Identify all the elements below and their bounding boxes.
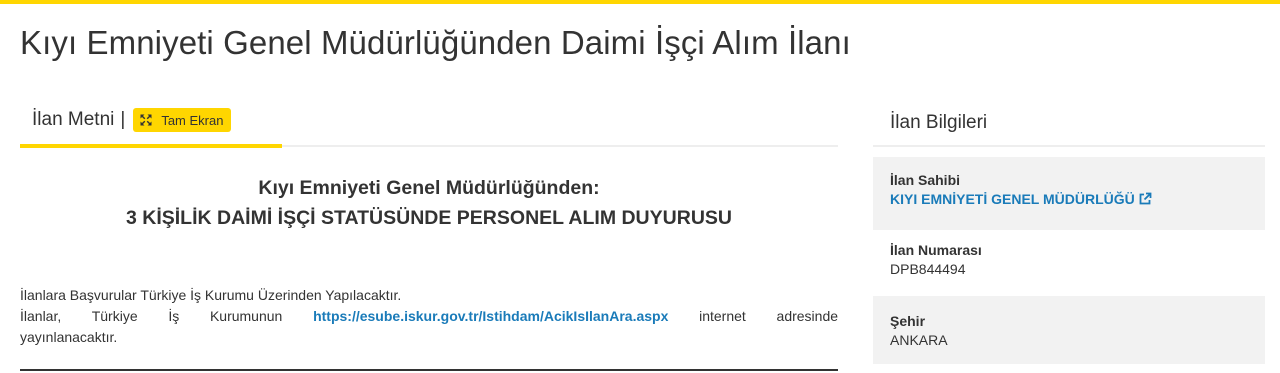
city-label: Şehir <box>890 313 926 329</box>
paragraph-application-info: İlanlara Başvurular Türkiye İş Kurumu Üz… <box>20 287 402 303</box>
page-title: Kıyı Emniyeti Genel Müdürlüğünden Daimi … <box>20 24 851 61</box>
fullscreen-label: Tam Ekran <box>161 112 224 128</box>
document-bottom-rule <box>20 369 838 371</box>
paragraph-text-before-link: İlanlar, Türkiye İş Kurumunun <box>20 308 283 324</box>
tab-listing-text[interactable]: İlan Metni <box>20 109 114 131</box>
city-value: ANKARA <box>890 332 948 348</box>
paragraph-text-end: yayınlanacaktır. <box>20 329 118 345</box>
info-city: Şehir ANKARA <box>873 296 1265 364</box>
info-listing-number: İlan Numarası DPB844494 <box>873 232 1265 292</box>
listing-number-label: İlan Numarası <box>890 242 982 258</box>
owner-link[interactable]: KIYI EMNİYETİ GENEL MÜDÜRLÜĞÜ <box>890 189 1152 209</box>
owner-label: İlan Sahibi <box>890 172 961 188</box>
document-heading-line2: 3 KİŞİLİK DAİMİ İŞÇİ STATÜSÜNDE PERSONEL… <box>126 207 732 229</box>
info-owner: İlan Sahibi KIYI EMNİYETİ GENEL MÜDÜRLÜĞ… <box>873 157 1265 230</box>
external-link-icon <box>1139 192 1152 205</box>
fullscreen-button[interactable]: Tam Ekran <box>133 108 232 132</box>
document-body: İlanlara Başvurular Türkiye İş Kurumu Üz… <box>20 285 838 348</box>
top-accent-bar <box>0 0 1280 4</box>
sidebar-title: İlan Bilgileri <box>890 112 988 133</box>
listing-tab-bar: İlan Metni | Tam Ekran <box>20 104 232 136</box>
document-heading-line1: Kıyı Emniyeti Genel Müdürlüğünden: <box>258 177 600 199</box>
document-heading: Kıyı Emniyeti Genel Müdürlüğünden: 3 KİŞ… <box>20 173 838 233</box>
tab-separator: | <box>120 109 126 130</box>
paragraph-text-after-link: internet adresinde <box>699 308 839 324</box>
iskur-listing-link[interactable]: https://esube.iskur.gov.tr/Istihdam/Acik… <box>313 308 668 324</box>
paragraph-publication-info: İlanlar, Türkiye İş Kurumunun https://es… <box>20 306 838 327</box>
active-tab-indicator <box>20 144 282 148</box>
owner-value: KIYI EMNİYETİ GENEL MÜDÜRLÜĞÜ <box>890 191 1135 207</box>
expand-icon <box>140 114 152 126</box>
sidebar-title-divider <box>873 145 1265 147</box>
listing-number-value: DPB844494 <box>890 261 966 277</box>
